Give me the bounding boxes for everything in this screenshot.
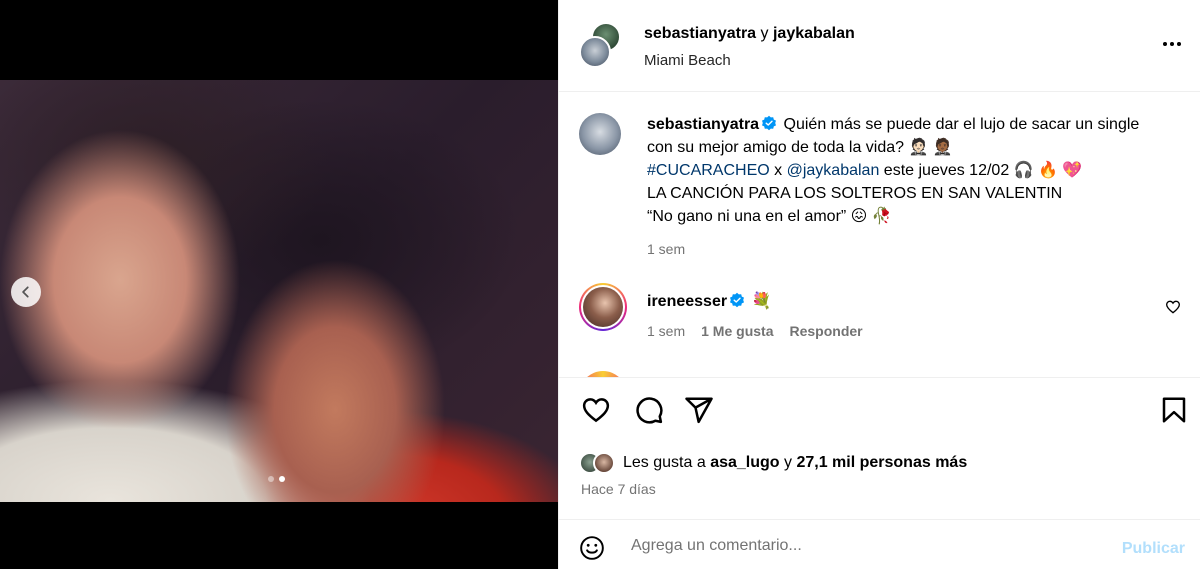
caption-text: sebastianyatra Quién más se puede dar el… (647, 115, 1140, 225)
mention-link[interactable]: @jaykabalan (787, 162, 880, 179)
post-photo[interactable] (0, 80, 558, 502)
comment-icon[interactable] (634, 395, 664, 425)
author-link[interactable]: jaykabalan (773, 25, 855, 42)
post-sidebar: sebastianyatra y jaykabalan Miami Beach … (558, 0, 1200, 569)
post-header: sebastianyatra y jaykabalan Miami Beach (559, 0, 1200, 92)
caption-time[interactable]: 1 sem (647, 241, 685, 257)
comments-list[interactable]: sebastianyatra Quién más se puede dar el… (559, 93, 1200, 378)
post-date[interactable]: Hace 7 días (581, 481, 656, 497)
story-ring[interactable] (579, 283, 627, 331)
reply-button[interactable]: Responder (789, 323, 862, 339)
comment-text: ireneesser 💐 (647, 292, 772, 310)
emoji-icon[interactable] (579, 535, 605, 561)
comment-composer: Publicar (559, 519, 1200, 569)
share-icon[interactable] (684, 395, 714, 425)
comment-input[interactable] (631, 532, 1091, 560)
avatar[interactable] (579, 113, 621, 155)
author-link[interactable]: sebastianyatra (644, 25, 756, 42)
likes-summary: Les gusta a asa_lugo y 27,1 mil personas… (579, 449, 967, 477)
avatar (583, 287, 623, 327)
post-media (0, 0, 558, 569)
caption-username[interactable]: sebastianyatra (647, 116, 759, 133)
more-icon (1163, 42, 1167, 46)
avatar (579, 36, 611, 68)
likes-count-link[interactable]: 27,1 mil personas más (796, 454, 967, 471)
comment-like-icon[interactable] (1165, 299, 1181, 315)
verified-badge-icon (762, 115, 777, 131)
comment-username[interactable]: ireneesser (647, 293, 727, 310)
collab-avatars[interactable] (579, 22, 625, 68)
avatar[interactable] (593, 452, 615, 474)
location-link[interactable]: Miami Beach (644, 52, 731, 69)
chevron-left-icon (22, 286, 29, 298)
post-authors: sebastianyatra y jaykabalan (644, 25, 855, 42)
comment-avatar-partial[interactable] (579, 371, 627, 377)
carousel-dot (268, 476, 274, 482)
more-options-button[interactable] (1163, 42, 1181, 46)
carousel-dot-active (279, 476, 285, 482)
carousel-previous-button[interactable] (11, 277, 41, 307)
like-icon[interactable] (581, 395, 611, 425)
comment: ireneesser 💐 1 sem 1 Me gusta Responder (579, 283, 1181, 343)
comment-meta: 1 sem 1 Me gusta Responder (647, 323, 863, 339)
publish-button[interactable]: Publicar (1122, 540, 1185, 558)
verified-badge-icon (730, 292, 745, 308)
likes-text: Les gusta a asa_lugo y 27,1 mil personas… (623, 454, 968, 471)
save-icon[interactable] (1159, 395, 1189, 425)
carousel-indicator (268, 476, 285, 482)
liker-link[interactable]: asa_lugo (710, 454, 779, 471)
comment-likes[interactable]: 1 Me gusta (701, 323, 773, 339)
hashtag-link[interactable]: #CUCARACHEO (647, 162, 770, 179)
post-actions (559, 395, 1200, 435)
comment-time[interactable]: 1 sem (647, 323, 685, 339)
